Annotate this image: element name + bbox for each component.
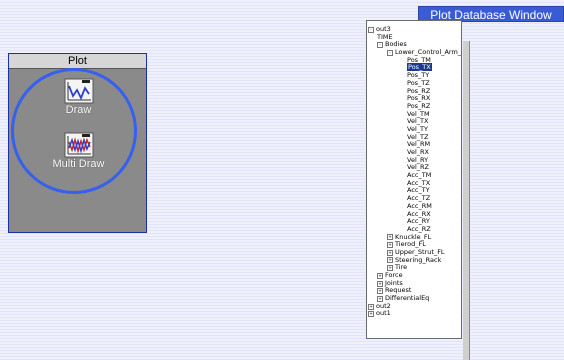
db-tree: - out3 TIME - Bodies - Lower_Control_Arm_ Pos_T… bbox=[367, 25, 461, 318]
plot-panel: Plot Draw Multi Draw bbox=[8, 53, 147, 233]
multi-draw-label: Multi Draw bbox=[52, 158, 105, 170]
expand-icon[interactable]: + bbox=[377, 280, 383, 287]
tree-node[interactable]: TIME bbox=[367, 33, 461, 42]
tree-node[interactable]: + Force bbox=[367, 271, 461, 280]
expand-icon[interactable]: + bbox=[368, 311, 374, 318]
tree-node[interactable]: + out1 bbox=[367, 310, 461, 318]
db-scrollbar[interactable] bbox=[463, 41, 470, 360]
tree-node[interactable]: + Tire bbox=[367, 263, 461, 272]
expand-icon[interactable]: + bbox=[377, 272, 383, 279]
multi-draw-button[interactable]: Multi Draw bbox=[9, 132, 148, 170]
draw-label: Draw bbox=[65, 104, 92, 116]
expand-icon[interactable]: + bbox=[387, 234, 393, 241]
multi-draw-icon bbox=[64, 132, 93, 158]
expand-icon[interactable]: + bbox=[387, 249, 393, 256]
plot-panel-title: Plot bbox=[9, 54, 146, 69]
expand-icon[interactable]: + bbox=[368, 303, 374, 310]
tree-node[interactable]: + Steering_Rack bbox=[367, 256, 461, 265]
tree-node[interactable]: + Joints bbox=[367, 279, 461, 288]
collapse-icon[interactable]: - bbox=[387, 49, 393, 56]
collapse-icon[interactable]: - bbox=[368, 26, 374, 33]
tree-node-label: out1 bbox=[376, 309, 391, 318]
collapse-icon[interactable]: - bbox=[377, 42, 383, 49]
draw-button[interactable]: Draw bbox=[9, 78, 148, 116]
draw-icon bbox=[64, 78, 93, 104]
expand-icon[interactable]: + bbox=[387, 257, 393, 264]
tree-node-label: DifferentialEq bbox=[385, 294, 430, 303]
db-tree-view[interactable]: - out3 TIME - Bodies - Lower_Control_Arm_ Pos_T… bbox=[366, 20, 470, 360]
expand-icon[interactable]: + bbox=[377, 288, 383, 295]
expand-icon[interactable]: + bbox=[387, 242, 393, 249]
